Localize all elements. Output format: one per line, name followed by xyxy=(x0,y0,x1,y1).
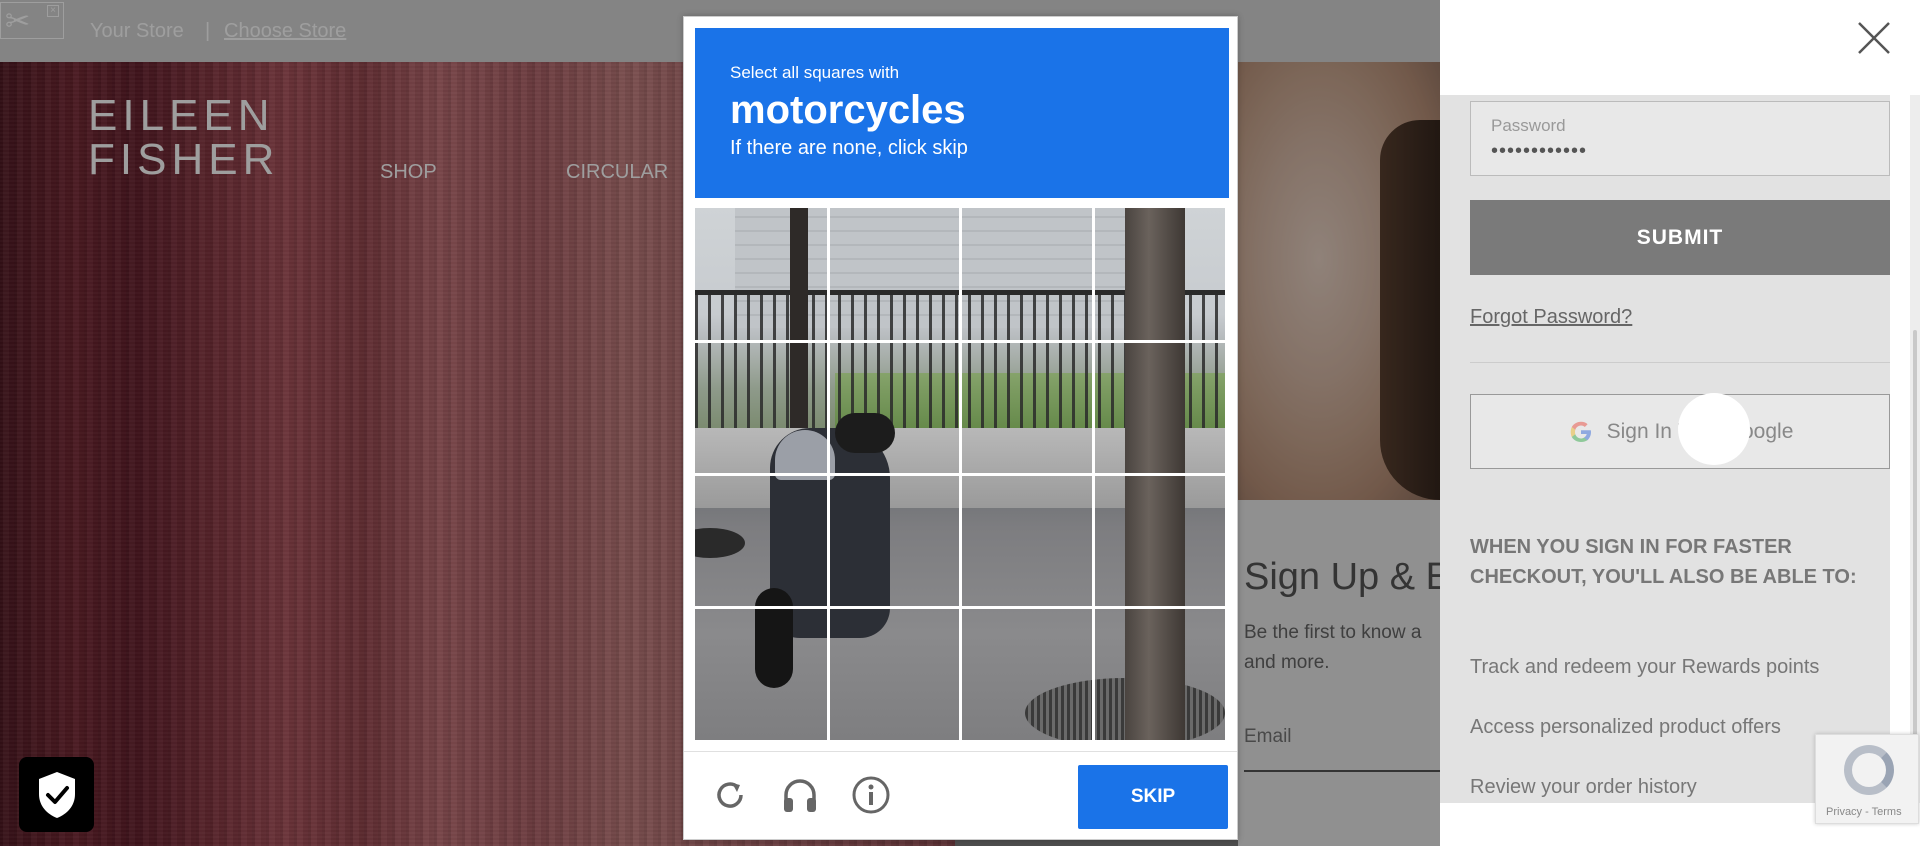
captcha-hint: If there are none, click skip xyxy=(730,137,968,159)
skip-button[interactable]: SKIP xyxy=(1078,765,1228,829)
headphones-icon[interactable] xyxy=(780,775,820,815)
password-label: Password xyxy=(1491,116,1566,135)
recaptcha-separator: - xyxy=(1862,806,1872,818)
captcha-image-grid xyxy=(695,208,1225,740)
benefit-item: Review your order history xyxy=(1470,776,1697,798)
forgot-password-link[interactable]: Forgot Password? xyxy=(1470,306,1632,329)
captcha-grid-lines xyxy=(695,208,1225,740)
refresh-icon[interactable] xyxy=(710,775,750,815)
benefit-item: Access personalized product offers xyxy=(1470,716,1781,738)
close-icon[interactable] xyxy=(1856,20,1892,56)
privacy-shield-button[interactable] xyxy=(19,757,94,832)
captcha-tile[interactable] xyxy=(960,208,1093,341)
captcha-tile[interactable] xyxy=(1093,208,1225,341)
scrollbar-thumb[interactable] xyxy=(1913,330,1917,803)
captcha-tile[interactable] xyxy=(960,341,1093,474)
recaptcha-badge[interactable]: Privacy - Terms xyxy=(1815,734,1919,824)
submit-button[interactable]: SUBMIT xyxy=(1470,200,1890,275)
recaptcha-logo-icon xyxy=(1844,745,1894,795)
captcha-tile[interactable] xyxy=(695,607,828,740)
captcha-tile[interactable] xyxy=(695,474,828,607)
captcha-tile[interactable] xyxy=(828,607,961,740)
password-value[interactable]: •••••••••••• xyxy=(1491,140,1587,163)
captcha-tile[interactable] xyxy=(695,208,828,341)
captcha-footer-divider xyxy=(684,751,1237,752)
captcha-target: motorcycles xyxy=(730,88,966,132)
divider xyxy=(1470,362,1890,363)
benefits-heading: WHEN YOU SIGN IN FOR FASTER CHECKOUT, YO… xyxy=(1470,536,1857,588)
google-icon xyxy=(1570,421,1591,442)
touch-indicator xyxy=(1678,393,1750,465)
captcha-tile[interactable] xyxy=(828,474,961,607)
captcha-tile[interactable] xyxy=(828,208,961,341)
captcha-tile[interactable] xyxy=(1093,607,1225,740)
captcha-tile[interactable] xyxy=(960,607,1093,740)
recaptcha-links: Privacy - Terms xyxy=(1826,806,1902,818)
captcha-tile[interactable] xyxy=(960,474,1093,607)
captcha-instruction: Select all squares with xyxy=(730,63,900,82)
captcha-header: Select all squares with motorcycles If t… xyxy=(695,28,1229,198)
recaptcha-terms-link[interactable]: Terms xyxy=(1872,806,1902,818)
captcha-tile[interactable] xyxy=(1093,341,1225,474)
captcha-tile[interactable] xyxy=(695,341,828,474)
password-field[interactable]: Password •••••••••••• xyxy=(1470,101,1890,176)
captcha-challenge: Select all squares with motorcycles If t… xyxy=(683,16,1238,840)
info-icon[interactable] xyxy=(851,775,891,815)
benefit-item: Track and redeem your Rewards points xyxy=(1470,656,1820,678)
captcha-tile[interactable] xyxy=(1093,474,1225,607)
captcha-tile[interactable] xyxy=(828,341,961,474)
recaptcha-privacy-link[interactable]: Privacy xyxy=(1826,806,1862,818)
shield-check-icon xyxy=(38,771,75,818)
